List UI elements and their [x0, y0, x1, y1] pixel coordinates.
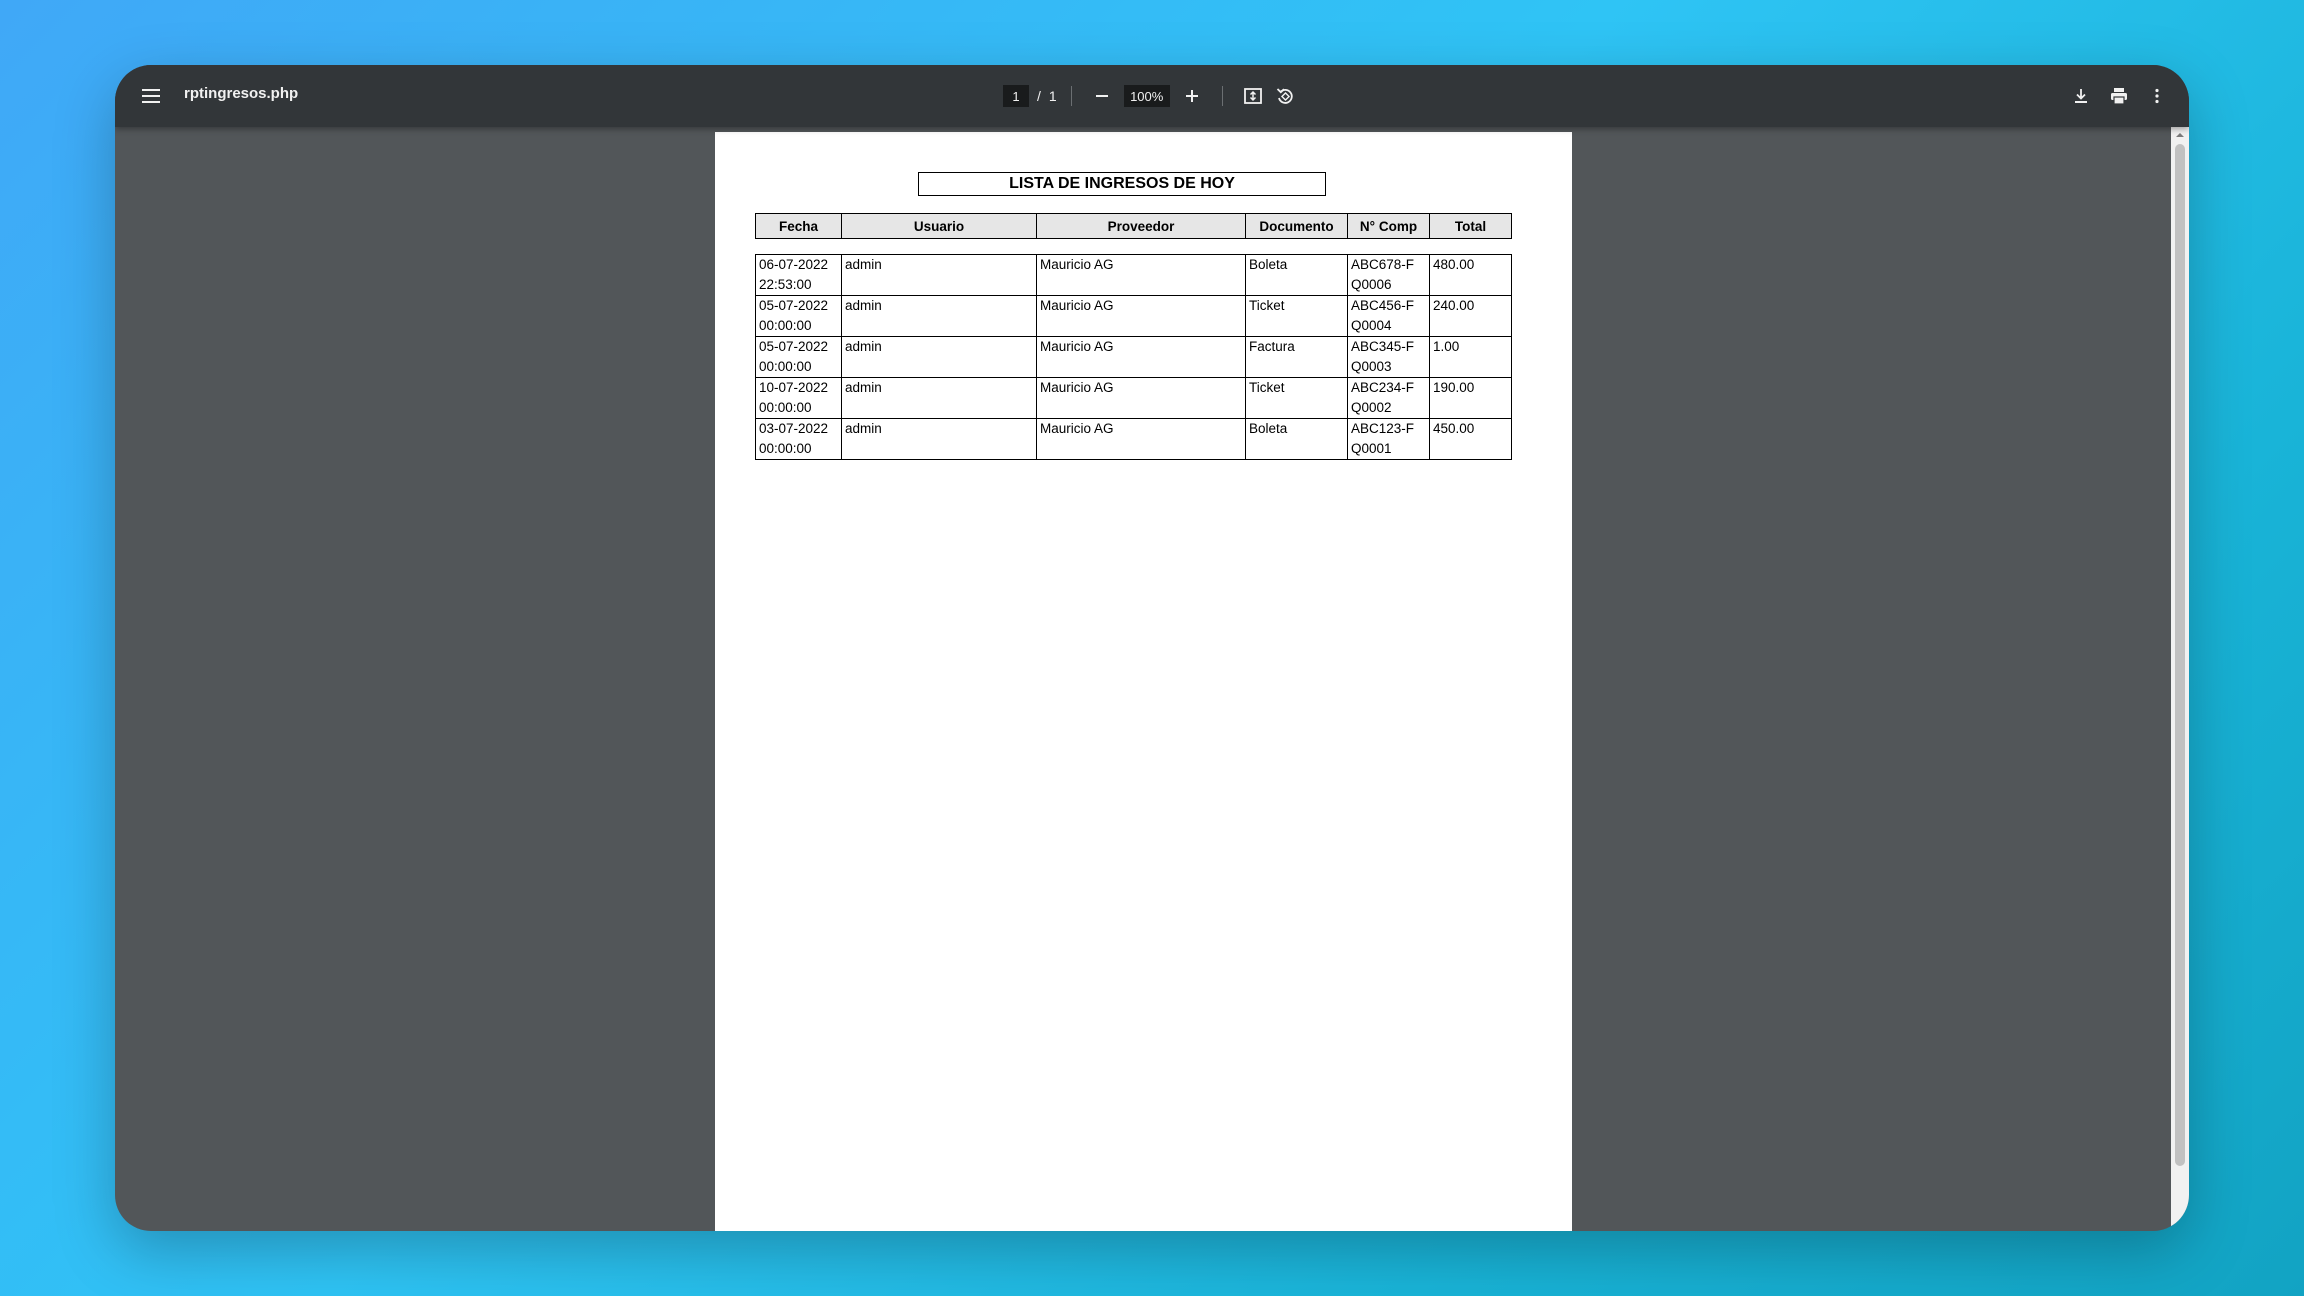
page-separator: / — [1037, 88, 1041, 104]
toolbar-divider — [1221, 86, 1223, 106]
column-header-proveedor: Proveedor — [1036, 213, 1246, 239]
more-vertical-icon[interactable] — [2141, 80, 2173, 112]
cell-documento: Factura — [1245, 336, 1348, 378]
hamburger-menu-icon[interactable] — [137, 83, 165, 109]
cell-comp: ABC456-F Q0004 — [1347, 295, 1430, 337]
cell-total: 1.00 — [1429, 336, 1512, 378]
pdf-toolbar: rptingresos.php / 1 — [115, 65, 2189, 127]
cell-documento: Ticket — [1245, 295, 1348, 337]
toolbar-actions — [2065, 80, 2173, 112]
document-title: rptingresos.php — [184, 85, 299, 102]
cell-total: 190.00 — [1429, 377, 1512, 419]
scroll-up-arrow-icon[interactable] — [2171, 127, 2189, 143]
pdf-viewer-area[interactable]: LISTA DE INGRESOS DE HOY Fecha Usuario P… — [115, 127, 2189, 1231]
page-zoom-controls: / 1 — [1003, 80, 1301, 112]
cell-proveedor: Mauricio AG — [1036, 254, 1246, 296]
cell-fecha: 06-07-2022 22:53:00 — [755, 254, 842, 296]
column-header-total: Total — [1429, 213, 1512, 239]
fit-to-page-icon[interactable] — [1237, 80, 1269, 112]
cell-comp: ABC123-F Q0001 — [1347, 418, 1430, 460]
cell-documento: Boleta — [1245, 418, 1348, 460]
cell-fecha: 05-07-2022 00:00:00 — [755, 336, 842, 378]
cell-comp: ABC345-F Q0003 — [1347, 336, 1430, 378]
column-header-comp: N° Comp — [1347, 213, 1430, 239]
cell-proveedor: Mauricio AG — [1036, 377, 1246, 419]
table-row: 03-07-2022 00:00:00 admin Mauricio AG Bo… — [755, 418, 1512, 460]
report-title: LISTA DE INGRESOS DE HOY — [918, 172, 1326, 196]
cell-proveedor: Mauricio AG — [1036, 295, 1246, 337]
cell-fecha: 03-07-2022 00:00:00 — [755, 418, 842, 460]
table-row: 05-07-2022 00:00:00 admin Mauricio AG Ti… — [755, 295, 1512, 337]
cell-fecha: 05-07-2022 00:00:00 — [755, 295, 842, 337]
download-icon[interactable] — [2065, 80, 2097, 112]
cell-usuario: admin — [841, 336, 1037, 378]
report-data-table: 06-07-2022 22:53:00 admin Mauricio AG Bo… — [755, 254, 1512, 460]
rotate-icon[interactable] — [1269, 80, 1301, 112]
cell-usuario: admin — [841, 418, 1037, 460]
cell-comp: ABC234-F Q0002 — [1347, 377, 1430, 419]
page-number-input[interactable] — [1003, 85, 1029, 107]
pdf-viewer-window: rptingresos.php / 1 — [115, 65, 2189, 1231]
plus-icon[interactable] — [1176, 80, 1208, 112]
minus-icon[interactable] — [1086, 80, 1118, 112]
cell-documento: Ticket — [1245, 377, 1348, 419]
column-header-documento: Documento — [1245, 213, 1348, 239]
cell-comp: ABC678-F Q0006 — [1347, 254, 1430, 296]
column-header-fecha: Fecha — [755, 213, 842, 239]
table-row: 10-07-2022 00:00:00 admin Mauricio AG Ti… — [755, 377, 1512, 419]
vertical-scrollbar[interactable] — [2171, 127, 2189, 1231]
scrollbar-thumb[interactable] — [2175, 144, 2185, 1166]
pdf-page: LISTA DE INGRESOS DE HOY Fecha Usuario P… — [715, 132, 1572, 1231]
cell-total: 480.00 — [1429, 254, 1512, 296]
page-total: 1 — [1048, 88, 1057, 104]
toolbar-divider — [1070, 86, 1072, 106]
column-header-usuario: Usuario — [841, 213, 1037, 239]
cell-total: 240.00 — [1429, 295, 1512, 337]
table-row: 05-07-2022 00:00:00 admin Mauricio AG Fa… — [755, 336, 1512, 378]
print-icon[interactable] — [2103, 80, 2135, 112]
table-row: 06-07-2022 22:53:00 admin Mauricio AG Bo… — [755, 254, 1512, 296]
cell-total: 450.00 — [1429, 418, 1512, 460]
zoom-input[interactable] — [1123, 85, 1170, 107]
cell-usuario: admin — [841, 377, 1037, 419]
header-row: Fecha Usuario Proveedor Documento N° Com… — [755, 213, 1512, 239]
cell-usuario: admin — [841, 254, 1037, 296]
report-header-table: Fecha Usuario Proveedor Documento N° Com… — [755, 213, 1512, 239]
cell-fecha: 10-07-2022 00:00:00 — [755, 377, 842, 419]
cell-usuario: admin — [841, 295, 1037, 337]
cell-proveedor: Mauricio AG — [1036, 418, 1246, 460]
cell-documento: Boleta — [1245, 254, 1348, 296]
cell-proveedor: Mauricio AG — [1036, 336, 1246, 378]
